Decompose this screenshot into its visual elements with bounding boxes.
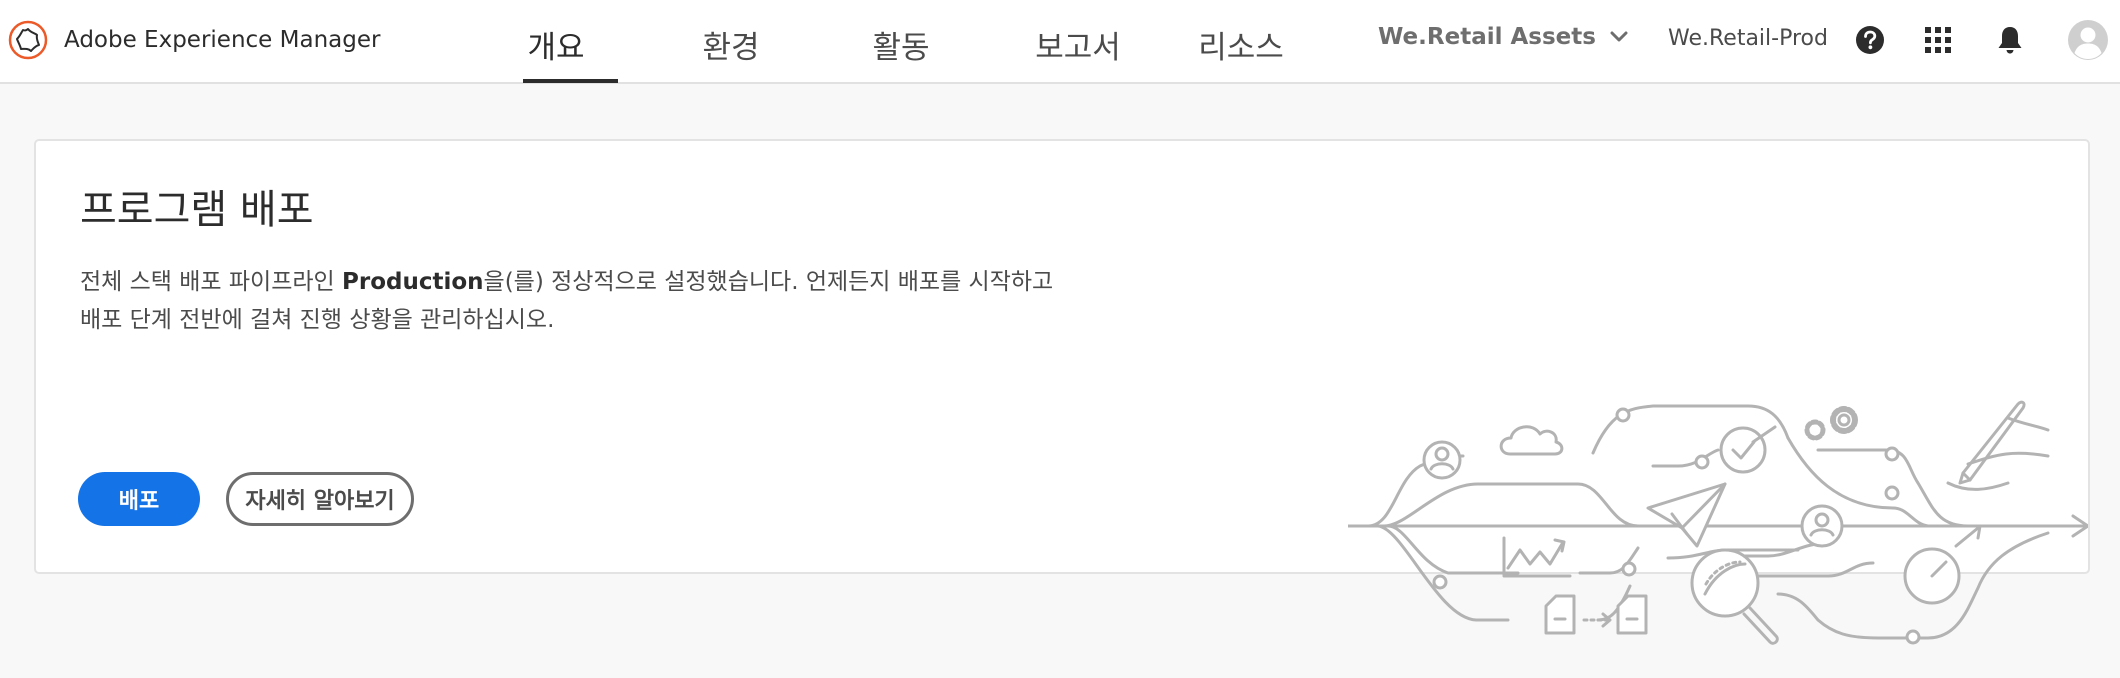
magnifier-icon [1690,548,1779,645]
app-name: Adobe Experience Manager [64,27,381,53]
pipeline-name: Production [342,269,484,295]
aem-logo-icon [8,20,48,60]
user-profile-button[interactable] [2068,18,2108,62]
chevron-down-icon [1610,31,1628,42]
user-circle-icon [1800,504,1844,548]
paper-plane-icon [1646,482,1727,548]
top-navigation-bar: Adobe Experience Manager 개요 환경 활동 보고서 리소… [0,0,2120,84]
tab-reports[interactable]: 보고서 [1035,22,1121,67]
help-icon [1856,26,1884,54]
program-selector-label: We.Retail Assets [1378,24,1596,50]
learn-more-button[interactable]: 자세히 알아보기 [226,472,414,526]
active-tab-indicator [523,79,618,83]
environment-switcher[interactable]: We.Retail-Prod [1668,26,1828,51]
deploy-button[interactable]: 배포 [78,472,200,526]
app-switcher-button[interactable] [1918,20,1958,60]
tab-environments[interactable]: 환경 [702,22,759,67]
description-text-start: 전체 스택 배포 파이프라인 [80,269,343,295]
gear-icon [1804,406,1858,441]
checkmark-icon [1719,425,1777,474]
card-description: 전체 스택 배포 파이프라인 Production을(를) 정상적으로 설정했습… [80,263,1070,339]
program-selector[interactable]: We.Retail Assets [1378,24,1628,50]
cloud-icon [1499,425,1564,456]
card-title: 프로그램 배포 [80,187,314,233]
program-deployment-card: 프로그램 배포 전체 스택 배포 파이프라인 Production을(를) 정상… [34,139,2090,645]
app-switcher-icon [1925,27,1951,53]
brand[interactable]: Adobe Experience Manager [8,18,380,62]
notifications-icon [1998,27,2022,54]
tab-activity[interactable]: 활동 [872,22,929,67]
deployment-pipeline-illustration [1348,400,2088,645]
analytics-chart-icon [1502,536,1572,578]
user-icon [1422,440,1462,480]
help-button[interactable] [1850,20,1890,60]
document-transfer-icon [1544,594,1648,635]
gauge-icon [1903,524,1982,605]
pen-icon [1958,400,2050,485]
notifications-button[interactable] [1990,20,2030,60]
tab-resources[interactable]: 리소스 [1198,22,1284,67]
tab-overview[interactable]: 개요 [527,22,584,67]
avatar [2068,20,2108,60]
